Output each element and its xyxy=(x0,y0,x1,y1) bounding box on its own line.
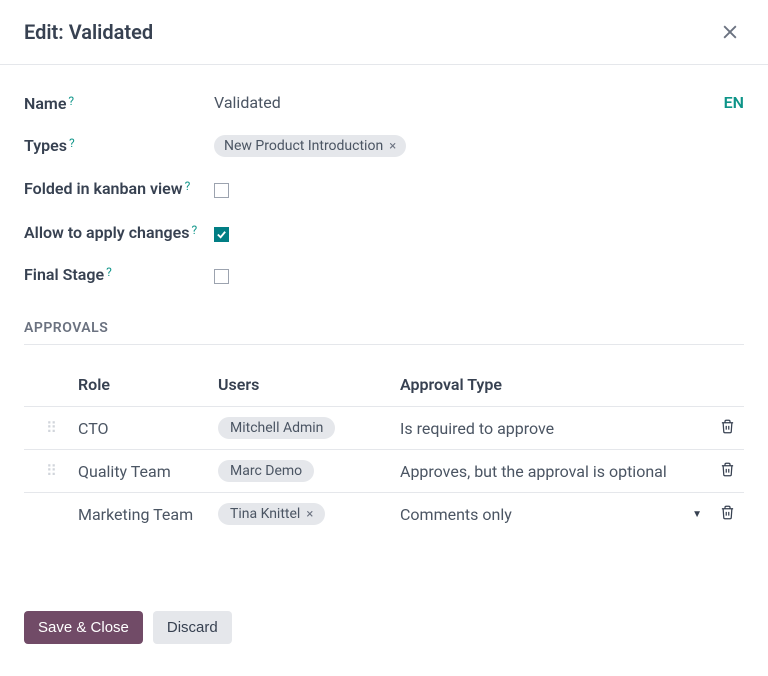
table-row: ⠿ Quality Team Marc Demo Approves, but the … xyxy=(24,449,744,492)
final-checkbox[interactable] xyxy=(214,269,229,284)
close-button[interactable] xyxy=(716,18,744,46)
help-icon[interactable]: ? xyxy=(185,179,191,193)
trash-icon xyxy=(720,419,735,434)
types-tag-text: New Product Introduction xyxy=(224,138,383,154)
role-cell[interactable]: Quality Team xyxy=(78,462,218,481)
field-name: Name? Validated EN xyxy=(24,89,744,115)
help-icon[interactable]: ? xyxy=(69,136,75,150)
tag-remove-icon[interactable]: × xyxy=(389,139,396,154)
modal-body: Name? Validated EN Types? New Product In… xyxy=(0,65,768,597)
col-approval-header: Approval Type xyxy=(400,375,710,394)
user-chip-text: Tina Knittel xyxy=(230,506,300,522)
approval-type-cell[interactable]: Approves, but the approval is optional xyxy=(400,462,710,481)
folded-value xyxy=(214,174,744,202)
drag-handle-icon[interactable]: ⠿ xyxy=(46,419,56,437)
role-cell[interactable]: Marketing Team xyxy=(78,505,218,524)
field-types: Types? New Product Introduction × xyxy=(24,131,744,157)
chevron-down-icon[interactable]: ▼ xyxy=(692,509,702,520)
folded-checkbox[interactable] xyxy=(214,183,229,198)
types-label-text: Types xyxy=(24,136,67,155)
field-folded: Folded in kanban view? xyxy=(24,174,744,202)
apply-label: Allow to apply changes? xyxy=(24,218,214,244)
trash-icon xyxy=(720,462,735,477)
col-trash-header xyxy=(710,375,744,394)
col-handle-header xyxy=(24,375,78,394)
modal-header: Edit: Validated xyxy=(0,0,768,65)
apply-label-text: Allow to apply changes xyxy=(24,223,189,242)
final-label-text: Final Stage xyxy=(24,265,104,284)
approvals-table: Role Users Approval Type ⠿ CTO Mitchell Ad… xyxy=(24,363,744,535)
approval-type-cell[interactable]: Is required to approve xyxy=(400,419,710,438)
col-role-header: Role xyxy=(78,375,218,394)
drag-handle-icon[interactable]: ⠿ xyxy=(46,462,56,480)
trash-cell xyxy=(710,460,744,482)
drag-handle-cell: ⠿ xyxy=(24,419,78,437)
delete-row-button[interactable] xyxy=(718,417,737,439)
trash-cell xyxy=(710,417,744,439)
final-label: Final Stage? xyxy=(24,260,214,286)
approval-type-text: Comments only xyxy=(400,505,512,524)
table-header: Role Users Approval Type xyxy=(24,363,744,406)
modal-footer: Save & Close Discard xyxy=(0,597,768,658)
users-cell[interactable]: Marc Demo xyxy=(218,460,400,482)
field-final: Final Stage? xyxy=(24,260,744,288)
user-chip[interactable]: Tina Knittel × xyxy=(218,503,325,525)
approvals-heading: APPROVALS xyxy=(24,320,744,345)
user-chip[interactable]: Mitchell Admin xyxy=(218,417,335,439)
discard-button[interactable]: Discard xyxy=(153,611,232,644)
language-button[interactable]: EN xyxy=(724,89,744,112)
field-apply: Allow to apply changes? xyxy=(24,218,744,244)
help-icon[interactable]: ? xyxy=(191,223,197,237)
user-chip-text: Mitchell Admin xyxy=(230,420,323,436)
apply-value xyxy=(214,218,744,244)
final-value xyxy=(214,260,744,288)
table-row: ⠿ CTO Mitchell Admin Is required to approve xyxy=(24,406,744,449)
role-cell[interactable]: CTO xyxy=(78,419,218,438)
name-label-text: Name xyxy=(24,94,66,113)
close-icon xyxy=(720,22,740,42)
types-label: Types? xyxy=(24,131,214,157)
folded-label: Folded in kanban view? xyxy=(24,174,214,200)
help-icon[interactable]: ? xyxy=(68,94,74,108)
users-cell[interactable]: Mitchell Admin xyxy=(218,417,400,439)
folded-label-text: Folded in kanban view xyxy=(24,179,183,198)
name-label: Name? xyxy=(24,89,214,115)
delete-row-button[interactable] xyxy=(718,503,737,525)
delete-row-button[interactable] xyxy=(718,460,737,482)
approval-type-cell[interactable]: Comments only ▼ xyxy=(400,505,710,524)
approval-type-text: Is required to approve xyxy=(400,419,554,438)
user-chip[interactable]: Marc Demo xyxy=(218,460,314,482)
save-button[interactable]: Save & Close xyxy=(24,611,143,644)
apply-checkbox[interactable] xyxy=(214,227,229,242)
modal-title: Edit: Validated xyxy=(24,20,153,44)
user-chip-text: Marc Demo xyxy=(230,463,302,479)
help-icon[interactable]: ? xyxy=(106,265,112,279)
col-users-header: Users xyxy=(218,375,400,394)
name-value[interactable]: Validated xyxy=(214,89,724,112)
chip-remove-icon[interactable]: × xyxy=(306,507,313,522)
table-row: Marketing Team Tina Knittel × Comments only… xyxy=(24,492,744,535)
trash-icon xyxy=(720,505,735,520)
trash-cell xyxy=(710,503,744,525)
drag-handle-cell: ⠿ xyxy=(24,462,78,480)
users-cell[interactable]: Tina Knittel × xyxy=(218,503,400,525)
types-value[interactable]: New Product Introduction × xyxy=(214,131,744,157)
types-tag[interactable]: New Product Introduction × xyxy=(214,135,406,157)
approval-type-text: Approves, but the approval is optional xyxy=(400,462,667,481)
